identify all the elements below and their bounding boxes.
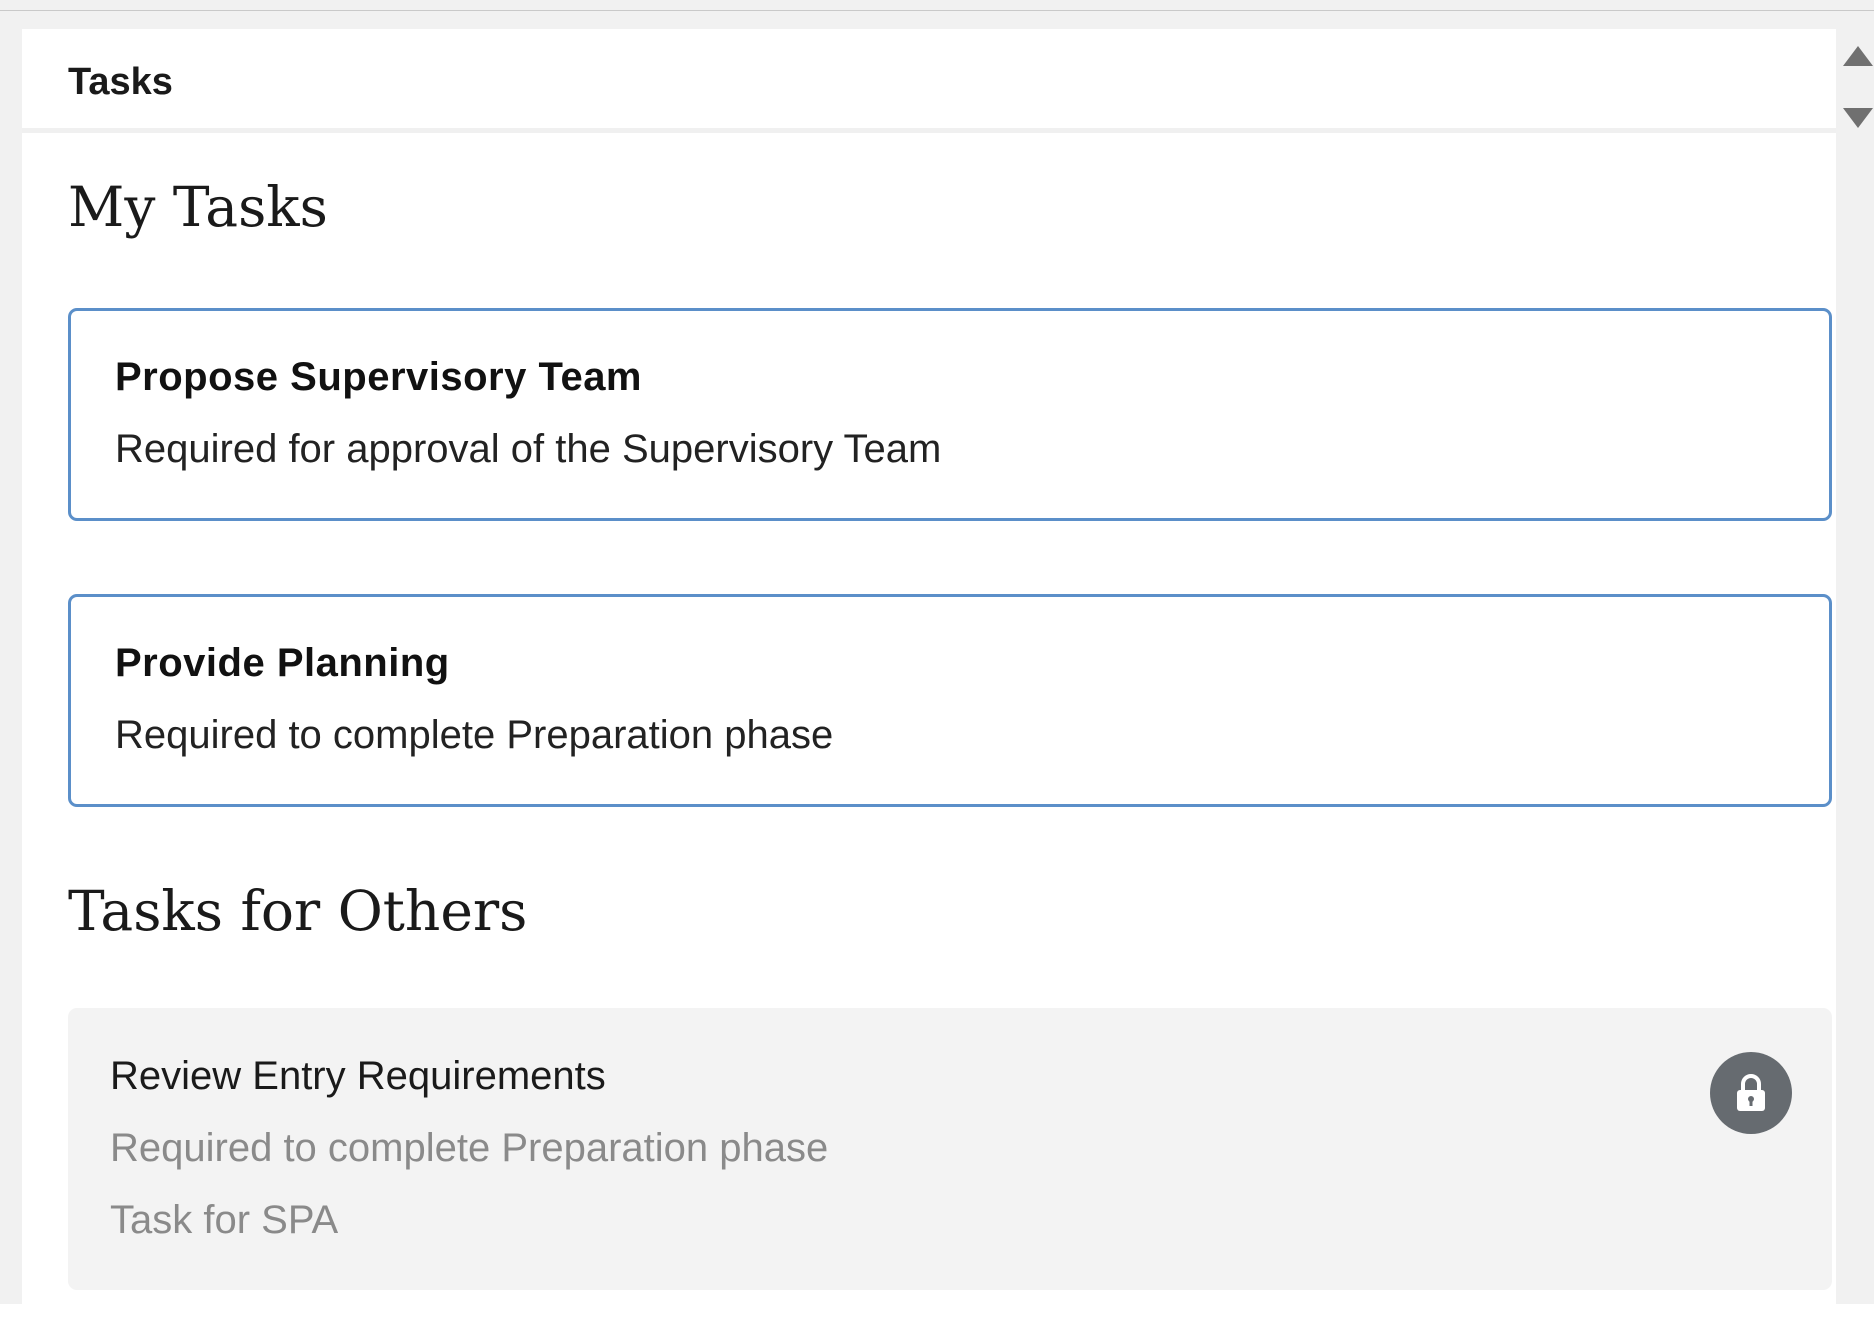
app-frame: Tasks My Tasks Propose Supervisory Team … <box>0 0 1874 1319</box>
task-card-provide-planning[interactable]: Provide Planning Required to complete Pr… <box>68 594 1832 807</box>
task-description: Required to complete Preparation phase <box>110 1126 829 1170</box>
lock-icon <box>1710 1052 1792 1134</box>
scroll-up-arrow-icon[interactable] <box>1843 46 1873 66</box>
tasks-panel: Tasks My Tasks Propose Supervisory Team … <box>22 29 1836 1319</box>
top-divider <box>0 10 1874 11</box>
lock-icon-glyph <box>1737 1074 1765 1111</box>
scroll-down-arrow-icon[interactable] <box>1843 108 1873 128</box>
task-card-propose-supervisory-team[interactable]: Propose Supervisory Team Required for ap… <box>68 308 1832 521</box>
task-description: Required to complete Preparation phase <box>115 713 834 757</box>
task-description: Required for approval of the Supervisory… <box>115 427 942 471</box>
my-tasks-heading: My Tasks <box>68 175 328 239</box>
task-title: Provide Planning <box>115 641 450 685</box>
task-owner: Task for SPA <box>110 1198 339 1242</box>
task-card-review-entry-requirements: Review Entry Requirements Required to co… <box>68 1008 1832 1290</box>
tasks-for-others-heading: Tasks for Others <box>68 879 528 943</box>
task-title: Review Entry Requirements <box>110 1054 606 1098</box>
panel-header: Tasks <box>22 29 1836 133</box>
task-title: Propose Supervisory Team <box>115 355 642 399</box>
panel-header-title: Tasks <box>68 61 173 103</box>
